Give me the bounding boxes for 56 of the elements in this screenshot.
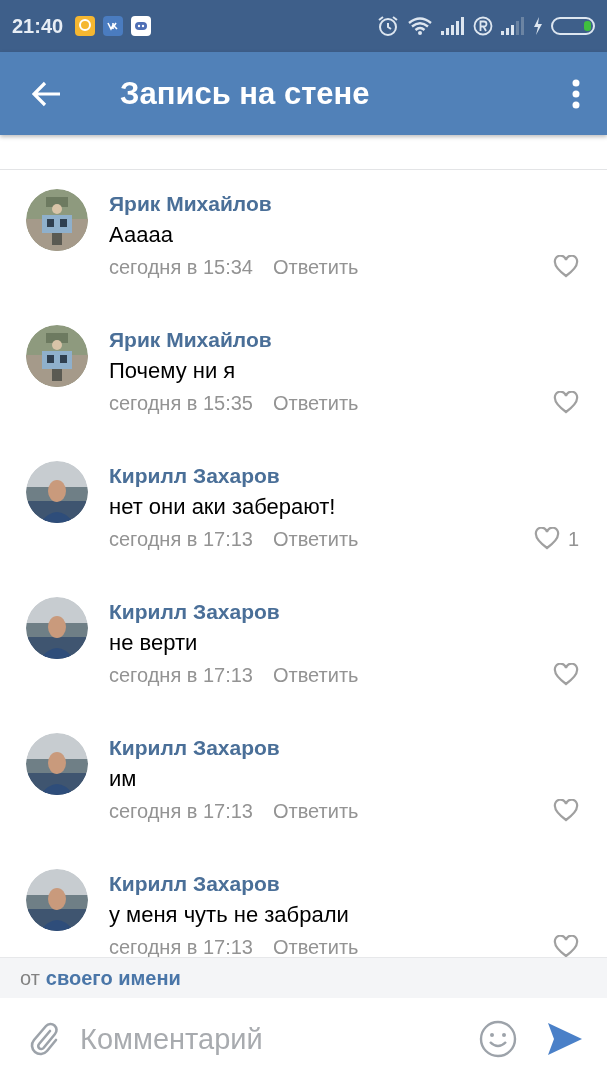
author-name[interactable]: Кирилл Захаров: [109, 462, 579, 490]
comment-time: сегодня в 17:13: [109, 799, 253, 823]
alarm-icon: [377, 15, 399, 37]
comment-time: сегодня в 17:13: [109, 935, 253, 957]
comment-text: им: [109, 765, 138, 793]
back-button[interactable]: [32, 80, 62, 107]
sender-link[interactable]: своего имени: [45, 966, 181, 990]
author-name[interactable]: Кирилл Захаров: [109, 870, 579, 898]
comment-text: Почему ни я: [109, 357, 237, 385]
battery-icon: [551, 16, 595, 36]
like-button[interactable]: 1: [533, 527, 579, 551]
author-name[interactable]: Кирилл Захаров: [109, 734, 579, 762]
heart-icon: [553, 799, 579, 823]
reply-link[interactable]: Ответить: [273, 391, 359, 415]
comment-text: не верти: [109, 629, 199, 657]
reply-link[interactable]: Ответить: [273, 799, 359, 823]
like-button[interactable]: [553, 255, 579, 279]
chat-bubble-icon: [75, 16, 96, 36]
send-button[interactable]: [547, 1021, 583, 1057]
author-name[interactable]: Ярик Михайлов: [109, 190, 579, 218]
comment-time: сегодня в 15:35: [109, 391, 253, 415]
heart-icon: [553, 391, 579, 415]
like-button[interactable]: [553, 663, 579, 687]
reply-link[interactable]: Ответить: [273, 255, 359, 279]
comment-text: нет они аки заберают!: [109, 493, 337, 521]
charging-icon: [533, 17, 543, 35]
comment-time: сегодня в 17:13: [109, 527, 253, 551]
heart-icon: [553, 935, 579, 957]
signal-icon: [441, 17, 465, 35]
heart-icon: [533, 527, 560, 551]
roaming-icon: [473, 16, 493, 36]
author-name[interactable]: Ярик Михайлов: [109, 326, 579, 354]
attach-button[interactable]: [30, 1021, 60, 1057]
status-time: 21:40: [12, 14, 64, 38]
more-menu-button[interactable]: [571, 78, 581, 109]
author-name[interactable]: Кирилл Захаров: [109, 598, 579, 626]
game-controller-icon: [131, 16, 152, 36]
reply-link[interactable]: Ответить: [273, 663, 359, 687]
reply-link[interactable]: Ответить: [273, 527, 359, 551]
page-title: Запись на стене: [120, 75, 371, 112]
like-button[interactable]: [553, 391, 579, 415]
comment-text: Ааааа: [109, 221, 174, 249]
comment-input[interactable]: Комментарий: [78, 1021, 461, 1057]
comment-time: сегодня в 17:13: [109, 663, 253, 687]
like-button[interactable]: [553, 799, 579, 823]
app-icon: [103, 16, 124, 36]
emoji-button[interactable]: [479, 1020, 517, 1058]
heart-icon: [553, 663, 579, 687]
reply-link[interactable]: Ответить: [273, 935, 359, 957]
comment-time: сегодня в 15:34: [109, 255, 253, 279]
wifi-icon: [407, 16, 433, 36]
comment-text: у меня чуть не забрали: [109, 901, 350, 929]
heart-icon: [553, 255, 579, 279]
like-button[interactable]: [553, 935, 579, 957]
sender-label: от: [20, 966, 40, 990]
signal-icon: [501, 17, 525, 35]
